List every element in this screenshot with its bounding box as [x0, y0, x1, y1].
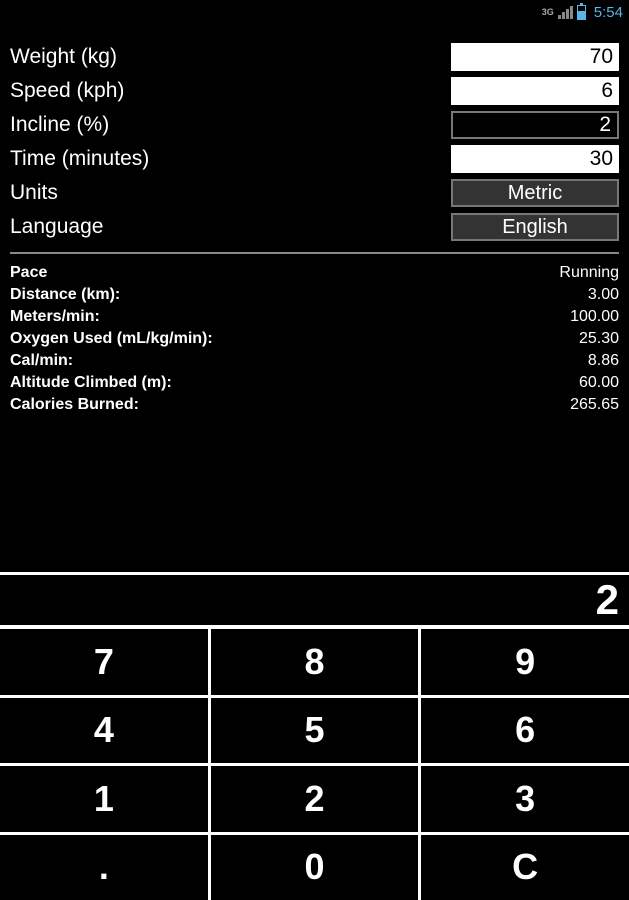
battery-icon [577, 5, 586, 20]
calories-label: Calories Burned: [10, 394, 139, 416]
results-section: Pace Running Distance (km): 3.00 Meters/… [0, 262, 629, 416]
calories-value: 265.65 [570, 394, 619, 416]
signal-icon [558, 6, 573, 19]
pace-label: Pace [10, 262, 47, 284]
oxygen-value: 25.30 [579, 328, 619, 350]
altitude-label: Altitude Climbed (m): [10, 372, 172, 394]
weight-input[interactable] [451, 43, 619, 71]
key-7[interactable]: 7 [0, 629, 208, 695]
distance-row: Distance (km): 3.00 [10, 284, 619, 306]
divider [10, 252, 619, 254]
keypad: 7 8 9 4 5 6 1 2 3 . 0 C [0, 625, 629, 900]
weight-label: Weight (kg) [10, 45, 451, 69]
units-select[interactable]: Metric [451, 179, 619, 207]
metersmin-label: Meters/min: [10, 306, 100, 328]
key-6[interactable]: 6 [421, 698, 629, 764]
units-row: Units Metric [10, 176, 619, 210]
key-dot[interactable]: . [0, 835, 208, 900]
oxygen-row: Oxygen Used (mL/kg/min): 25.30 [10, 328, 619, 350]
calories-row: Calories Burned: 265.65 [10, 394, 619, 416]
key-clear[interactable]: C [421, 835, 629, 900]
key-3[interactable]: 3 [421, 766, 629, 832]
input-section: Weight (kg) Speed (kph) Incline (%) Time… [0, 24, 629, 262]
keypad-display: 2 [0, 572, 629, 625]
calmin-row: Cal/min: 8.86 [10, 350, 619, 372]
units-label: Units [10, 181, 451, 205]
incline-input[interactable] [451, 111, 619, 139]
incline-label: Incline (%) [10, 113, 451, 137]
altitude-row: Altitude Climbed (m): 60.00 [10, 372, 619, 394]
altitude-value: 60.00 [579, 372, 619, 394]
spacer [0, 416, 629, 572]
metersmin-value: 100.00 [570, 306, 619, 328]
key-0[interactable]: 0 [211, 835, 419, 900]
status-bar: 3G 5:54 [0, 0, 629, 24]
key-1[interactable]: 1 [0, 766, 208, 832]
distance-value: 3.00 [588, 284, 619, 306]
weight-row: Weight (kg) [10, 40, 619, 74]
pace-row: Pace Running [10, 262, 619, 284]
time-input[interactable] [451, 145, 619, 173]
language-row: Language English [10, 210, 619, 244]
status-time: 5:54 [594, 4, 623, 21]
language-label: Language [10, 215, 451, 239]
distance-label: Distance (km): [10, 284, 120, 306]
key-9[interactable]: 9 [421, 629, 629, 695]
key-4[interactable]: 4 [0, 698, 208, 764]
speed-row: Speed (kph) [10, 74, 619, 108]
key-5[interactable]: 5 [211, 698, 419, 764]
oxygen-label: Oxygen Used (mL/kg/min): [10, 328, 213, 350]
time-label: Time (minutes) [10, 147, 451, 171]
language-select[interactable]: English [451, 213, 619, 241]
key-2[interactable]: 2 [211, 766, 419, 832]
network-type-icon: 3G [542, 8, 554, 17]
calmin-label: Cal/min: [10, 350, 73, 372]
display-value: 2 [596, 576, 619, 624]
incline-row: Incline (%) [10, 108, 619, 142]
time-row: Time (minutes) [10, 142, 619, 176]
speed-label: Speed (kph) [10, 79, 451, 103]
key-8[interactable]: 8 [211, 629, 419, 695]
speed-input[interactable] [451, 77, 619, 105]
metersmin-row: Meters/min: 100.00 [10, 306, 619, 328]
pace-value: Running [559, 262, 619, 284]
calmin-value: 8.86 [588, 350, 619, 372]
